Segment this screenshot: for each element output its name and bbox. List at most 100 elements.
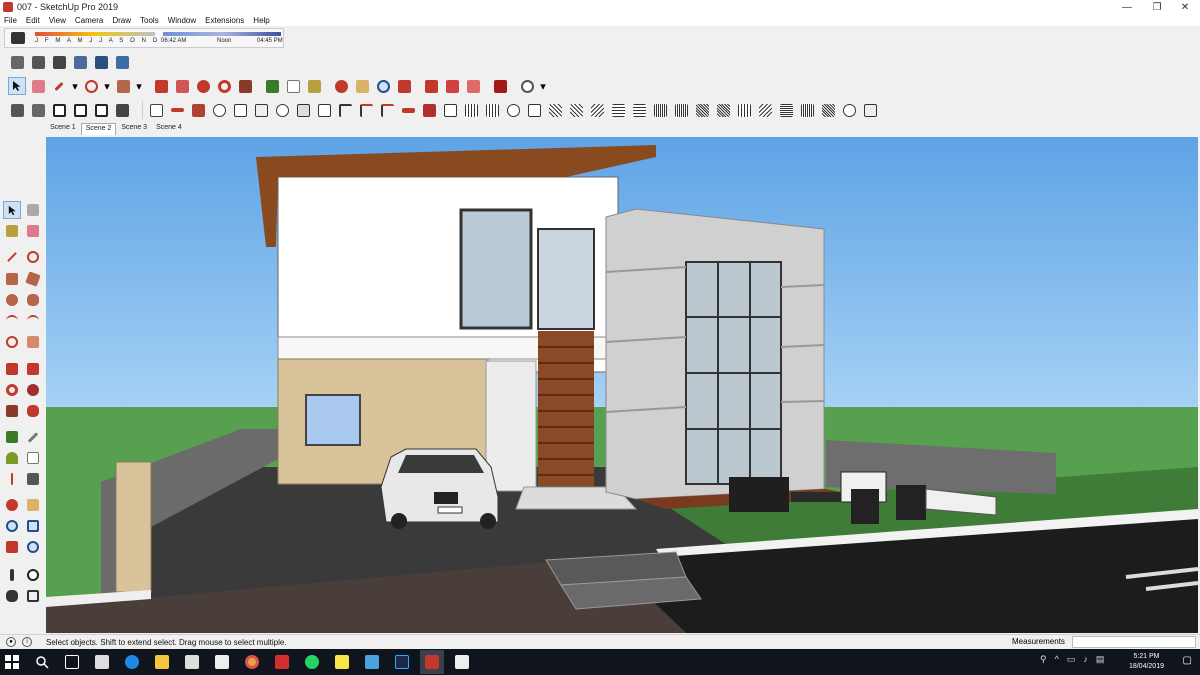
position-camera-icon[interactable] [3, 566, 21, 584]
select-icon[interactable] [8, 77, 26, 95]
tool-icon-12[interactable] [378, 101, 396, 119]
zoom-tool-icon[interactable] [3, 517, 21, 535]
xray-icon[interactable] [8, 53, 26, 71]
tool-icon-34[interactable] [840, 101, 858, 119]
tape-measure-icon[interactable] [263, 77, 281, 95]
two-point-arc-icon[interactable] [24, 312, 42, 330]
zoom-extents-tool-icon[interactable] [3, 538, 21, 556]
tool-icon-20[interactable] [546, 101, 564, 119]
pushpull-tool-icon[interactable] [24, 360, 42, 378]
three-point-arc-icon[interactable] [3, 333, 21, 351]
menu-view[interactable]: View [49, 16, 66, 25]
tool-icon-17[interactable] [483, 101, 501, 119]
rotated-rectangle-icon[interactable] [24, 270, 42, 288]
zoom-icon[interactable] [374, 77, 392, 95]
rectangle-tool-icon[interactable] [3, 270, 21, 288]
paint-bucket-icon[interactable] [305, 77, 323, 95]
tray-overflow-icon[interactable]: ^ [1055, 654, 1059, 665]
photoshop-icon[interactable] [390, 650, 414, 674]
tool-icon-2[interactable] [168, 101, 186, 119]
chrome-icon[interactable] [240, 650, 264, 674]
orbit-tool-icon[interactable] [3, 496, 21, 514]
tool-icon-19[interactable] [525, 101, 543, 119]
tool-icon-13[interactable] [399, 101, 417, 119]
acrobat-icon[interactable] [270, 650, 294, 674]
tool-icon-6[interactable] [252, 101, 270, 119]
info-icon[interactable]: i [22, 637, 32, 647]
pie-tool-icon[interactable] [24, 333, 42, 351]
notifications-icon[interactable]: ▢ [1183, 655, 1192, 666]
right-view-icon[interactable] [71, 101, 89, 119]
geo-location-icon[interactable]: ● [6, 637, 16, 647]
make-component-icon[interactable] [24, 201, 42, 219]
pencil-dropdown-icon[interactable]: ▾ [71, 77, 79, 95]
app-icon[interactable] [360, 650, 384, 674]
arc-icon[interactable] [82, 77, 100, 95]
arc-dropdown-icon[interactable]: ▾ [103, 77, 111, 95]
sticky-notes-icon[interactable] [330, 650, 354, 674]
wireframe-icon[interactable] [50, 53, 68, 71]
menu-tools[interactable]: Tools [140, 16, 159, 25]
scene-tab-2[interactable]: Scene 2 [80, 123, 117, 135]
tool-icon-23[interactable] [609, 101, 627, 119]
followme-tool-icon[interactable] [24, 381, 42, 399]
rectangle-icon[interactable] [114, 77, 132, 95]
tool-icon-32[interactable] [798, 101, 816, 119]
restore-button[interactable]: ❐ [1142, 0, 1172, 14]
store-icon[interactable] [180, 650, 204, 674]
pushpull-icon[interactable] [152, 77, 170, 95]
scene-tab-4[interactable]: Scene 4 [152, 123, 186, 135]
left-view-icon[interactable] [113, 101, 131, 119]
time-slider[interactable] [163, 32, 281, 36]
iso-view-icon[interactable] [8, 101, 26, 119]
tool-icon-25[interactable] [651, 101, 669, 119]
people-icon[interactable]: ⚲ [1040, 654, 1047, 665]
select-tool-icon[interactable] [3, 201, 21, 219]
tool-icon-10[interactable] [336, 101, 354, 119]
scale-icon[interactable] [236, 77, 254, 95]
measurements-input[interactable] [1072, 636, 1196, 648]
volume-icon[interactable]: ♪ [1083, 654, 1088, 665]
menu-window[interactable]: Window [168, 16, 196, 25]
task-view-icon[interactable] [60, 650, 84, 674]
layout-icon[interactable] [464, 77, 482, 95]
keyboard-icon[interactable]: ▤ [1096, 654, 1105, 665]
menu-file[interactable]: File [4, 16, 17, 25]
front-view-icon[interactable] [50, 101, 68, 119]
rotate-icon[interactable] [215, 77, 233, 95]
file-explorer-icon[interactable] [150, 650, 174, 674]
menu-edit[interactable]: Edit [26, 16, 40, 25]
pencil-icon[interactable] [50, 77, 68, 95]
pan-icon[interactable] [353, 77, 371, 95]
tool-icon-5[interactable] [231, 101, 249, 119]
tool-icon-31[interactable] [777, 101, 795, 119]
sketchup-taskbar-icon[interactable] [420, 650, 444, 674]
polygon-tool-icon[interactable] [24, 291, 42, 309]
circle-tool-icon[interactable] [3, 291, 21, 309]
whatsapp-icon[interactable] [300, 650, 324, 674]
calculator-icon[interactable] [90, 650, 114, 674]
tool-icon-30[interactable] [756, 101, 774, 119]
paint-bucket-tool-icon[interactable] [3, 222, 21, 240]
tool-icon-9[interactable] [315, 101, 333, 119]
tool-icon-14[interactable] [420, 101, 438, 119]
walk-tool-icon[interactable] [3, 587, 21, 605]
photos-icon[interactable] [450, 650, 474, 674]
text-tool-icon[interactable] [24, 449, 42, 467]
3d-warehouse-icon[interactable] [422, 77, 440, 95]
text-icon[interactable] [284, 77, 302, 95]
back-view-icon[interactable] [92, 101, 110, 119]
scene-tab-1[interactable]: Scene 1 [46, 123, 80, 135]
protractor-tool-icon[interactable] [3, 449, 21, 467]
zoom-window-icon[interactable] [24, 517, 42, 535]
search-icon[interactable] [30, 650, 54, 674]
pan-tool-icon[interactable] [24, 496, 42, 514]
back-edges-icon[interactable] [29, 53, 47, 71]
mail-icon[interactable] [210, 650, 234, 674]
axes-tool-icon[interactable] [3, 470, 21, 488]
tool-icon-35[interactable] [861, 101, 879, 119]
scale-tool-icon[interactable] [3, 402, 21, 420]
move-icon[interactable] [194, 77, 212, 95]
minimize-button[interactable]: — [1112, 0, 1142, 14]
edge-icon[interactable] [120, 650, 144, 674]
